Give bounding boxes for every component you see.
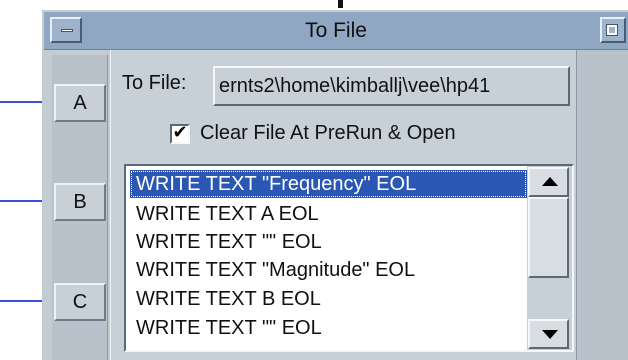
input-terminal-c[interactable]: C <box>54 283 106 321</box>
transaction-item[interactable]: WRITE TEXT "Frequency" EOL <box>130 170 527 198</box>
scroll-down-button[interactable] <box>528 319 569 349</box>
arrow-up-icon <box>542 177 558 186</box>
minimize-icon[interactable] <box>50 17 82 43</box>
input-terminal-a[interactable]: A <box>54 84 106 122</box>
wire-b <box>0 200 44 202</box>
transaction-list[interactable]: WRITE TEXT "Frequency" EOL WRITE TEXT A … <box>124 164 574 352</box>
input-terminal-b[interactable]: B <box>54 183 106 221</box>
scroll-up-button[interactable] <box>528 167 569 197</box>
file-path-text: ernts2\home\kimballj\vee\hp41 <box>219 75 491 97</box>
transaction-item[interactable]: WRITE TEXT "" EOL <box>130 314 527 342</box>
window-title: To File <box>305 19 367 42</box>
arrow-down-icon <box>542 330 558 339</box>
clear-file-checkbox[interactable]: ✔ <box>170 122 190 144</box>
file-label: To File: <box>122 72 187 94</box>
clear-file-label[interactable]: Clear File At PreRun & Open <box>200 122 456 145</box>
wire-a <box>0 101 44 103</box>
output-terminals <box>576 50 628 360</box>
top-sequence-pin[interactable] <box>338 0 343 8</box>
transaction-item[interactable]: WRITE TEXT B EOL <box>130 285 527 313</box>
checkmark-icon: ✔ <box>172 122 188 142</box>
file-path-field[interactable]: ernts2\home\kimballj\vee\hp41 <box>213 66 570 106</box>
transaction-item[interactable]: WRITE TEXT "Magnitude" EOL <box>130 256 527 284</box>
minimize-glyph <box>61 29 73 32</box>
maximize-glyph <box>606 24 618 36</box>
maximize-icon[interactable] <box>600 17 626 43</box>
wire-c <box>0 300 44 302</box>
transaction-item[interactable]: WRITE TEXT A EOL <box>130 200 527 228</box>
transaction-item[interactable]: WRITE TEXT "" EOL <box>130 228 527 256</box>
scroll-thumb[interactable] <box>528 197 569 278</box>
list-scrollbar[interactable] <box>527 166 572 350</box>
